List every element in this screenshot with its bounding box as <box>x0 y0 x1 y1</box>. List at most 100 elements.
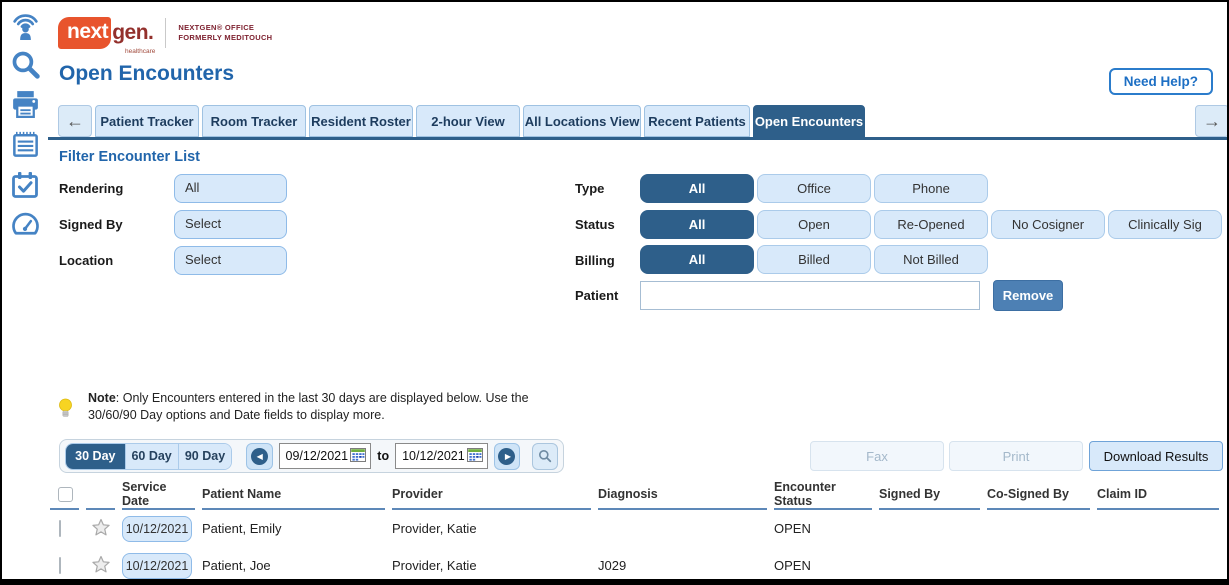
billing-not-billed-button[interactable]: Not Billed <box>874 245 988 274</box>
header-signed-by: Signed By <box>879 480 980 510</box>
date-to-field[interactable]: 10/12/2021 <box>395 443 488 469</box>
product-line1: NEXTGEN® OFFICE <box>178 23 272 33</box>
calendar-icon[interactable] <box>467 448 483 465</box>
30-day-button[interactable]: 30 Day <box>66 444 126 469</box>
to-label: to <box>377 449 389 463</box>
encounters-table: Service Date Patient Name Provider Diagn… <box>50 480 1226 584</box>
status-clinically-sig-button[interactable]: Clinically Sig <box>1108 210 1222 239</box>
cell-provider: Provider, Katie <box>392 558 598 573</box>
status-open-button[interactable]: Open <box>757 210 871 239</box>
type-all-button[interactable]: All <box>640 174 754 203</box>
notes-icon[interactable] <box>9 128 42 161</box>
status-reopened-button[interactable]: Re-Opened <box>874 210 988 239</box>
brand-logo: nextgen. healthcare NEXTGEN® OFFICE FORM… <box>58 17 272 49</box>
filter-section-title: Filter Encounter List <box>59 149 200 165</box>
status-no-cosigner-button[interactable]: No Cosigner <box>991 210 1105 239</box>
tab-underline <box>48 137 1227 140</box>
row-checkbox[interactable] <box>59 557 61 574</box>
note-label: Note <box>88 391 116 405</box>
calendar-icon[interactable] <box>350 448 366 465</box>
arrow-right-icon: → <box>1203 111 1221 132</box>
header-claim-id: Claim ID <box>1097 480 1219 510</box>
cell-patient-name: Patient, Emily <box>202 521 392 536</box>
header-favorite <box>86 480 115 510</box>
header-encounter-status: Encounter Status <box>774 480 872 510</box>
billing-billed-button[interactable]: Billed <box>757 245 871 274</box>
nextgen-logo: nextgen. healthcare <box>58 17 153 49</box>
cell-encounter-status: OPEN <box>774 558 879 573</box>
calendar-check-icon[interactable] <box>9 168 42 201</box>
nextgen-logo-healthcare: healthcare <box>125 48 155 55</box>
day-range-group: 30 Day 60 Day 90 Day <box>65 443 232 470</box>
status-all-button[interactable]: All <box>640 210 754 239</box>
need-help-button[interactable]: Need Help? <box>1109 68 1213 95</box>
select-all-checkbox[interactable] <box>58 487 73 502</box>
service-date-button[interactable]: 10/12/2021 <box>122 553 192 579</box>
previous-range-button[interactable]: ◀ <box>246 443 272 470</box>
header-diagnosis: Diagnosis <box>598 480 767 510</box>
tab-scroll-left-button[interactable]: ← <box>58 105 92 137</box>
broadcast-person-icon[interactable] <box>9 8 42 41</box>
location-label: Location <box>59 253 113 268</box>
header-co-signed-by: Co-Signed By <box>987 480 1090 510</box>
print-button: Print <box>949 441 1083 471</box>
service-date-button[interactable]: 10/12/2021 <box>122 516 192 542</box>
remove-button[interactable]: Remove <box>993 280 1063 311</box>
prev-arrow-icon: ◀ <box>251 448 268 465</box>
left-icon-rail <box>2 2 48 579</box>
tab-open-encounters[interactable]: Open Encounters <box>753 105 865 137</box>
search-encounters-button[interactable] <box>532 443 558 470</box>
next-range-button[interactable]: ▶ <box>494 443 520 470</box>
billing-button-group: All Billed Not Billed <box>640 245 988 274</box>
date-from-value: 09/12/2021 <box>286 449 349 463</box>
header-service-date: Service Date <box>122 480 195 510</box>
90-day-button[interactable]: 90 Day <box>179 444 232 469</box>
date-to-value: 10/12/2021 <box>402 449 465 463</box>
search-icon[interactable] <box>9 48 42 81</box>
tab-all-locations-view[interactable]: All Locations View <box>523 105 641 137</box>
gauge-icon[interactable] <box>9 208 42 241</box>
nextgen-logo-gen: gen. <box>111 21 153 45</box>
date-from-field[interactable]: 09/12/2021 <box>279 443 372 469</box>
download-results-button[interactable]: Download Results <box>1089 441 1223 471</box>
tab-room-tracker[interactable]: Room Tracker <box>202 105 306 137</box>
tab-resident-roster[interactable]: Resident Roster <box>309 105 413 137</box>
table-row: 10/12/2021 Patient, Emily Provider, Kati… <box>50 510 1226 547</box>
patient-label: Patient <box>575 288 618 303</box>
patient-search-input[interactable] <box>640 281 980 310</box>
row-checkbox[interactable] <box>59 520 61 537</box>
product-name: NEXTGEN® OFFICE FORMERLY MEDITOUCH <box>178 23 272 43</box>
billing-all-button[interactable]: All <box>640 245 754 274</box>
rendering-label: Rendering <box>59 181 123 196</box>
billing-label: Billing <box>575 253 615 268</box>
table-row: 10/12/2021 Patient, Joe Provider, Katie … <box>50 547 1226 584</box>
type-label: Type <box>575 181 604 196</box>
fax-button: Fax <box>810 441 944 471</box>
type-phone-button[interactable]: Phone <box>874 174 988 203</box>
tab-2-hour-view[interactable]: 2-hour View <box>416 105 520 137</box>
status-label: Status <box>575 217 615 232</box>
logo-divider <box>165 18 166 48</box>
lightbulb-icon <box>59 398 72 424</box>
arrow-left-icon: ← <box>66 111 84 132</box>
tab-recent-patients[interactable]: Recent Patients <box>644 105 750 137</box>
tab-patient-tracker[interactable]: Patient Tracker <box>95 105 199 137</box>
header-patient-name: Patient Name <box>202 480 385 510</box>
favorite-star-icon[interactable] <box>91 518 111 537</box>
rendering-dropdown[interactable]: All <box>174 174 287 203</box>
cell-provider: Provider, Katie <box>392 521 598 536</box>
signed-by-dropdown[interactable]: Select <box>174 210 287 239</box>
type-office-button[interactable]: Office <box>757 174 871 203</box>
favorite-star-icon[interactable] <box>91 555 111 574</box>
app-window: nextgen. healthcare NEXTGEN® OFFICE FORM… <box>0 0 1229 585</box>
location-dropdown[interactable]: Select <box>174 246 287 275</box>
status-button-group: All Open Re-Opened No Cosigner Clinicall… <box>640 210 1222 239</box>
date-range-toolbar: 30 Day 60 Day 90 Day ◀ 09/12/2021 to 10/… <box>59 439 564 473</box>
60-day-button[interactable]: 60 Day <box>126 444 179 469</box>
print-icon[interactable] <box>9 88 42 121</box>
magnifier-icon <box>538 449 552 463</box>
nextgen-logo-box: next <box>58 17 111 49</box>
tab-scroll-right-button[interactable]: → <box>1195 105 1229 137</box>
header-provider: Provider <box>392 480 591 510</box>
page-title: Open Encounters <box>59 62 234 86</box>
